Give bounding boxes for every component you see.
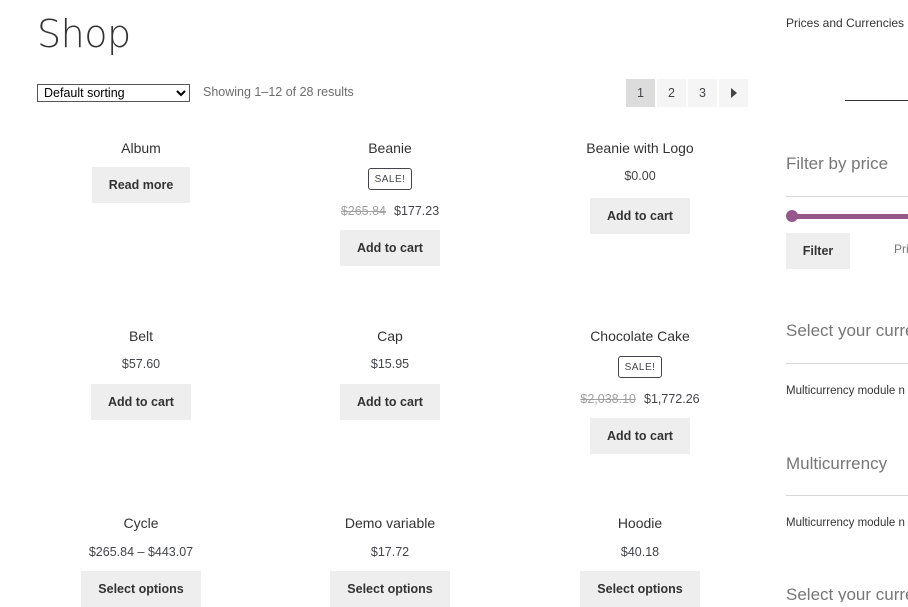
- price-slider-handle[interactable]: [786, 210, 798, 222]
- product-title[interactable]: Beanie: [265, 140, 515, 156]
- product-card-hoodie: Hoodie $40.18 Select options: [515, 515, 765, 607]
- product-price: $57.60: [121, 357, 161, 371]
- product-price: $40.18: [620, 545, 660, 559]
- product-title[interactable]: Album: [16, 140, 266, 156]
- product-price: $265.84 – $443.07: [88, 545, 194, 559]
- triangle-right-icon: [730, 88, 737, 98]
- product-card-album: Album Read more: [16, 140, 266, 203]
- product-title[interactable]: Cycle: [16, 515, 266, 531]
- product-title[interactable]: Beanie with Logo: [515, 140, 765, 156]
- next-page-button[interactable]: [719, 79, 748, 107]
- product-price: $15.95: [370, 357, 410, 371]
- add-to-cart-button[interactable]: Add to cart: [590, 418, 690, 454]
- price-slider-range[interactable]: [792, 214, 908, 219]
- product-title[interactable]: Belt: [16, 328, 266, 344]
- product-price: $265.84 $177.23: [265, 204, 515, 218]
- product-price: $17.72: [370, 545, 410, 559]
- product-card-chocolate-cake: Chocolate Cake SALE! $2,038.10 $1,772.26 …: [515, 328, 765, 454]
- divider: [786, 196, 908, 197]
- sorting-select[interactable]: Default sorting: [37, 84, 190, 102]
- product-price: $0.00: [624, 169, 656, 183]
- sale-badge: SALE!: [367, 168, 413, 190]
- select-currency-heading: Select your curre: [786, 321, 908, 340]
- product-card-belt: Belt $57.60 Add to cart: [16, 328, 266, 420]
- result-count: Showing 1–12 of 28 results: [203, 85, 354, 99]
- product-card-beanie-with-logo: Beanie with Logo $0.00 Add to cart: [515, 140, 765, 234]
- pagination: 1 2 3: [626, 79, 748, 107]
- divider: [845, 100, 908, 101]
- multicurrency-note: Multicurrency module n: [786, 517, 905, 529]
- product-title[interactable]: Demo variable: [265, 515, 515, 531]
- product-card-cycle: Cycle $265.84 – $443.07 Select options: [16, 515, 266, 607]
- select-currency-heading: Select your curre: [786, 585, 908, 602]
- add-to-cart-button[interactable]: Add to cart: [91, 384, 191, 420]
- page-link-3[interactable]: 3: [688, 79, 717, 107]
- divider: [786, 495, 908, 496]
- old-price: $265.84: [340, 204, 386, 218]
- filter-button[interactable]: Filter: [786, 233, 850, 269]
- page-title: Shop: [37, 12, 131, 56]
- product-title[interactable]: Hoodie: [515, 515, 765, 531]
- old-price: $2,038.10: [580, 392, 636, 406]
- multicurrency-note: Multicurrency module n: [786, 385, 905, 397]
- divider: [786, 363, 908, 364]
- current-price: $177.23: [394, 204, 440, 218]
- product-price: $2,038.10 $1,772.26: [515, 392, 765, 406]
- add-to-cart-button[interactable]: Add to cart: [340, 384, 440, 420]
- product-title[interactable]: Chocolate Cake: [515, 328, 765, 344]
- read-more-button[interactable]: Read more: [91, 167, 191, 203]
- add-to-cart-button[interactable]: Add to cart: [340, 230, 440, 266]
- currency-notice: Prices and Currencies b module not enabl…: [786, 16, 908, 30]
- product-title[interactable]: Cap: [265, 328, 515, 344]
- sale-badge: SALE!: [617, 356, 663, 378]
- page-link-2[interactable]: 2: [657, 79, 686, 107]
- page-link-1[interactable]: 1: [626, 79, 655, 107]
- sidebar: Prices and Currencies b module not enabl…: [786, 0, 908, 602]
- multicurrency-heading: Multicurrency: [786, 454, 888, 473]
- product-card-beanie: Beanie SALE! $265.84 $177.23 Add to cart: [265, 140, 515, 266]
- add-to-cart-button[interactable]: Add to cart: [590, 198, 690, 234]
- product-card-cap: Cap $15.95 Add to cart: [265, 328, 515, 420]
- product-card-demo-variable: Demo variable $17.72 Select options: [265, 515, 515, 607]
- filter-by-price-heading: Filter by price: [786, 154, 889, 173]
- price-range-label: Pri: [894, 242, 908, 256]
- current-price: $1,772.26: [644, 392, 700, 406]
